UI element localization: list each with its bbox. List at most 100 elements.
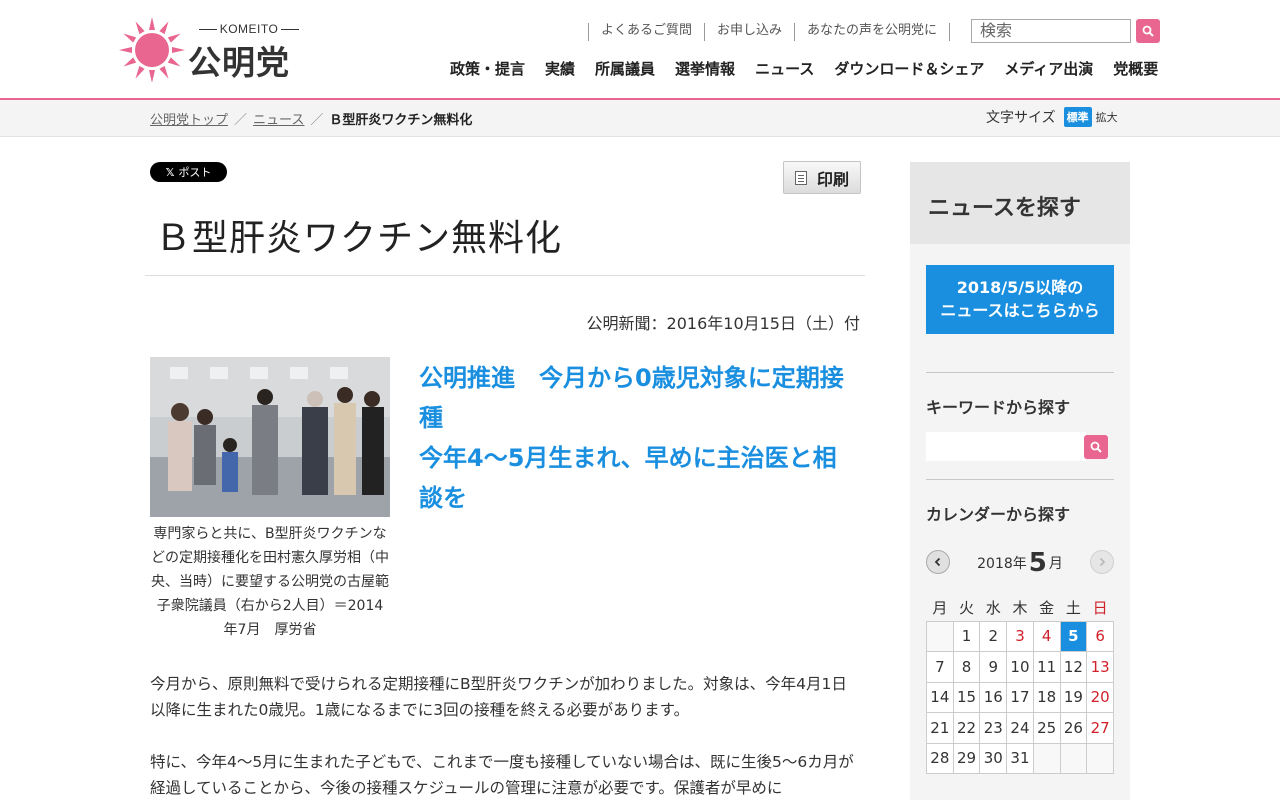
calendar-day[interactable]: 8 [952, 651, 981, 683]
calendar-day[interactable]: 19 [1059, 681, 1088, 713]
calendar-month-title: 2018年5 月 [950, 548, 1090, 578]
photo-caption: 専門家らと共に、B型肝炎ワクチンなどの定期接種化を田村憲久厚労相（中央、当時）に… [151, 526, 389, 638]
calendar-day[interactable]: 12 [1059, 651, 1088, 683]
site-search-button[interactable] [1136, 19, 1160, 43]
calendar-day[interactable]: 31 [1006, 742, 1034, 774]
nav-media[interactable]: メディア出演 [1004, 58, 1093, 79]
calendar-day[interactable]: 13 [1086, 651, 1114, 683]
calendar-empty-cell [926, 620, 954, 652]
keyword-search-label: キーワードから探す [926, 398, 1071, 417]
nav-policy[interactable]: 政策・提言 [450, 58, 525, 79]
calendar-day[interactable]: 26 [1059, 712, 1088, 744]
breadcrumb-separator: ／ [234, 113, 248, 128]
calendar-year: 2018年 [977, 556, 1027, 572]
calendar-day[interactable]: 11 [1032, 651, 1061, 683]
font-size-standard-button[interactable]: 標準 [1063, 107, 1092, 127]
x-post-label: ポスト [178, 166, 212, 179]
article-photo [150, 357, 390, 517]
calendar-day[interactable]: 24 [1006, 712, 1034, 744]
archive-news-button[interactable]: 2018/5/5以降の ニュースはこちらから [926, 265, 1114, 334]
calendar-day[interactable]: 2 [979, 620, 1008, 652]
calendar-prev-button[interactable] [926, 550, 950, 574]
publication-date: 公明新聞：2016年10月15日（土）付 [586, 314, 860, 333]
calendar-week-row: 21 22 23 24 25 26 27 [926, 712, 1114, 744]
nav-news[interactable]: ニュース [755, 58, 814, 79]
breadcrumb-separator: ／ [310, 113, 324, 128]
calendar-grid: 月火水木金土日 1 2 3 4 5 6 7 8 9 10 11 12 13 14 15 16 17 18 19 20 2… [926, 595, 1114, 774]
calendar-next-button[interactable] [1090, 550, 1114, 574]
sidebar-divider [926, 479, 1114, 480]
chevron-right-icon [1099, 557, 1106, 567]
keyword-search-button[interactable] [1084, 435, 1108, 459]
calendar-week-row: 123456 [926, 620, 1114, 652]
breadcrumb-home[interactable]: 公明党トップ [150, 109, 228, 128]
breadcrumb: 公明党トップ ／ ニュース ／ Ｂ型肝炎ワクチン無料化 [150, 109, 472, 128]
apply-link[interactable]: お申し込み [704, 23, 794, 41]
faq-link[interactable]: よくあるご質問 [588, 23, 704, 41]
calendar-month: 5 [1028, 548, 1047, 578]
article-title: Ｂ型肝炎ワクチン無料化 [155, 218, 563, 259]
feedback-link[interactable]: あなたの声を公明党に [794, 23, 951, 41]
calendar-day[interactable]: 6 [1086, 620, 1114, 652]
x-logo-icon: 𝕏 [165, 165, 175, 179]
calendar-day[interactable]: 10 [1006, 651, 1034, 683]
nav-achievements[interactable]: 実績 [545, 58, 575, 79]
calendar-day[interactable]: 5 [1059, 620, 1088, 652]
nav-about[interactable]: 党概要 [1113, 58, 1158, 79]
document-icon [794, 170, 807, 185]
calendar-weekday: 金 [1039, 599, 1055, 618]
calendar-empty-cell [1086, 742, 1114, 774]
calendar-day[interactable]: 23 [979, 712, 1008, 744]
calendar-day[interactable]: 7 [926, 651, 954, 683]
calendar-day[interactable]: 27 [1086, 712, 1114, 744]
sidebar-heading: ニュースを探す [910, 162, 1130, 244]
calendar-day[interactable]: 15 [952, 681, 981, 713]
komeito-logo[interactable]: KOMEITO 公明党 [118, 14, 308, 82]
calendar-day[interactable]: 20 [1086, 681, 1114, 713]
calendar-day[interactable]: 17 [1006, 681, 1034, 713]
news-sidebar: ニュースを探す 2018/5/5以降の ニュースはこちらから キーワードから探す… [910, 162, 1130, 800]
print-button[interactable]: 印刷 [783, 161, 861, 194]
subheading-line-1: 公明推進 今月から0歳児対象に定期接種 [419, 364, 844, 432]
breadcrumb-news[interactable]: ニュース [253, 109, 304, 128]
calendar-day[interactable]: 29 [952, 742, 981, 774]
calendar-day[interactable]: 4 [1032, 620, 1061, 652]
calendar-empty-cell [1059, 742, 1088, 774]
brand-english: KOMEITO [190, 22, 308, 36]
brand-japanese: 公明党 [188, 43, 290, 82]
calendar-day[interactable]: 16 [979, 681, 1008, 713]
font-size-control: 文字サイズ 標準 拡大 [986, 107, 1118, 127]
calendar-search-label: カレンダーから探す [926, 505, 1071, 524]
calendar-week-row: 14 15 16 17 18 19 20 [926, 681, 1114, 713]
nav-members[interactable]: 所属議員 [595, 58, 655, 79]
body-paragraph: 特に、今年4～5月に生まれた子どもで、これまで一度も接種していない場合は、既に生… [150, 753, 854, 797]
font-size-large-button[interactable]: 拡大 [1096, 109, 1118, 125]
photo-illustration [150, 357, 390, 517]
search-icon [1142, 25, 1154, 37]
sidebar-divider [926, 372, 1114, 373]
calendar-week-row: 7 8 9 10 11 12 13 [926, 651, 1114, 683]
calendar-day[interactable]: 3 [1006, 620, 1034, 652]
calendar-day[interactable]: 9 [979, 651, 1008, 683]
font-size-label: 文字サイズ [986, 110, 1056, 126]
calendar-day[interactable]: 30 [979, 742, 1008, 774]
calendar-day[interactable]: 18 [1032, 681, 1061, 713]
calendar-day[interactable]: 25 [1032, 712, 1061, 744]
calendar-month-suffix: 月 [1048, 556, 1063, 572]
breadcrumb-current: Ｂ型肝炎ワクチン無料化 [329, 113, 473, 128]
calendar-day[interactable]: 22 [952, 712, 981, 744]
nav-download-share[interactable]: ダウンロード＆シェア [834, 58, 984, 79]
site-search-input[interactable]: 検索 [971, 19, 1131, 43]
body-paragraph: 今月から、原則無料で受けられる定期接種にB型肝炎ワクチンが加わりました。対象は、… [150, 675, 847, 719]
calendar-empty-cell [1032, 742, 1061, 774]
keyword-search-input[interactable] [926, 432, 1086, 461]
calendar-day[interactable]: 28 [926, 742, 954, 774]
calendar-day[interactable]: 21 [926, 712, 954, 744]
calendar-weekday: 火 [959, 599, 975, 618]
x-post-button[interactable]: 𝕏 ポスト [150, 162, 227, 182]
archive-label-line-1: 2018/5/5以降の [956, 278, 1084, 297]
calendar-day[interactable]: 1 [952, 620, 981, 652]
search-icon [1090, 441, 1102, 453]
calendar-day[interactable]: 14 [926, 681, 954, 713]
nav-elections[interactable]: 選挙情報 [675, 58, 735, 79]
